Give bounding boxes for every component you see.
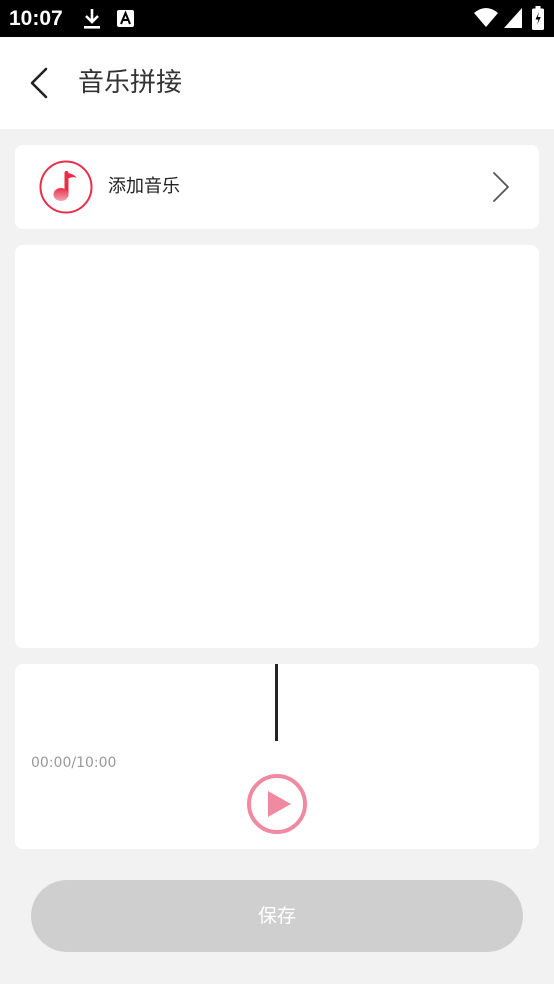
preview-area bbox=[15, 245, 539, 648]
page-title: 音乐拼接 bbox=[78, 68, 183, 98]
save-button[interactable]: 保存 bbox=[31, 880, 523, 952]
a-notification-icon bbox=[117, 10, 134, 27]
timeline-panel[interactable]: 00:00/10:00 bbox=[15, 664, 539, 849]
status-time: 10:07 bbox=[9, 7, 63, 30]
wifi-icon bbox=[474, 8, 498, 27]
signal-icon bbox=[504, 8, 522, 28]
battery-icon bbox=[532, 6, 544, 30]
music-note-icon bbox=[39, 160, 93, 214]
app-bar: 音乐拼接 bbox=[0, 37, 554, 129]
add-music-label: 添加音乐 bbox=[108, 176, 180, 197]
add-music-row[interactable]: 添加音乐 bbox=[15, 145, 539, 229]
status-bar: 10:07 bbox=[0, 0, 554, 37]
back-button[interactable] bbox=[18, 57, 62, 109]
play-button[interactable] bbox=[245, 772, 309, 836]
download-icon bbox=[84, 9, 100, 29]
chevron-right-icon bbox=[493, 172, 509, 202]
chevron-left-icon bbox=[30, 67, 48, 99]
play-icon bbox=[247, 774, 307, 834]
playhead[interactable] bbox=[275, 664, 278, 741]
time-readout: 00:00/10:00 bbox=[31, 755, 117, 771]
